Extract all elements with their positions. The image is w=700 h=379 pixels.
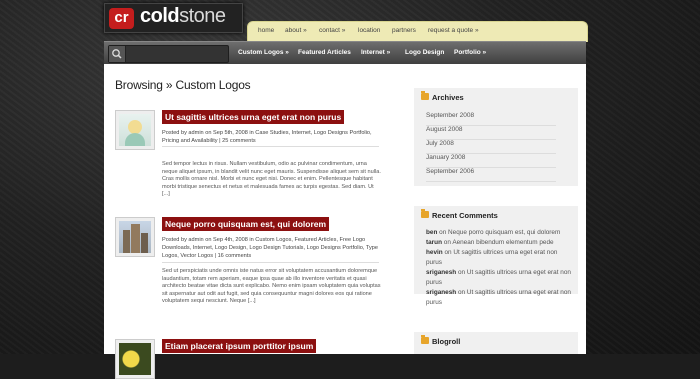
comment-author[interactable]: sriganesh xyxy=(426,289,456,296)
post-title-link[interactable]: Neque porro quisquam est, qui dolorem xyxy=(162,217,330,231)
archives-heading: Archives xyxy=(432,93,464,102)
post-meta: Posted by admin on Sep 5th, 2008 in Case… xyxy=(162,129,379,148)
top-navigation: home about » contact » location partners… xyxy=(247,21,588,42)
content-area: Browsing » Custom Logos Ut sagittis ultr… xyxy=(104,64,586,379)
search-icon xyxy=(112,49,122,59)
comment-on: on xyxy=(444,249,452,256)
menu-featured-articles[interactable]: Featured Articles xyxy=(298,49,351,56)
nav-request-quote[interactable]: request a quote » xyxy=(428,27,479,34)
comment-on: on xyxy=(457,289,466,296)
logo-mark: cr xyxy=(109,8,134,29)
search-input[interactable] xyxy=(108,45,229,63)
thumbnail-image xyxy=(119,114,151,146)
nav-home[interactable]: home xyxy=(258,27,274,34)
recent-comment[interactable]: ben on Neque porro quisquam est, qui dol… xyxy=(426,228,572,308)
comment-post[interactable]: Neque porro quisquam est, qui dolorem xyxy=(448,229,560,236)
menu-internet[interactable]: Internet » xyxy=(361,49,390,56)
folder-icon xyxy=(421,91,429,100)
post-meta: Posted by admin on Sep 4th, 2008 in Cust… xyxy=(162,236,379,263)
menu-portfolio[interactable]: Portfolio » xyxy=(454,49,486,56)
comment-author[interactable]: tarun xyxy=(426,239,442,246)
menu-logo-design[interactable]: Logo Design xyxy=(405,49,444,56)
post-excerpt: Sed tempor lectus in risus. Nullam vesti… xyxy=(162,161,381,197)
archive-link[interactable]: September 2006 xyxy=(426,168,556,182)
comment-on: on xyxy=(443,239,451,246)
nav-partners[interactable]: partners xyxy=(392,27,416,34)
logo-wordmark: coldstone xyxy=(140,5,226,28)
comment-author[interactable]: sriganesh xyxy=(426,269,456,276)
blogroll-widget: Blogroll xyxy=(414,332,578,354)
thumbnail-image xyxy=(119,343,151,375)
post-title-link[interactable]: Ut sagittis ultrices urna eget erat non … xyxy=(162,110,345,124)
archive-link[interactable]: August 2008 xyxy=(426,126,556,140)
post-excerpt: Sed ut perspiciatis unde omnis iste natu… xyxy=(162,268,381,304)
comment-author[interactable]: ben xyxy=(426,229,437,236)
recent-comments-widget: Recent Comments ben on Neque porro quisq… xyxy=(414,206,578,306)
comment-post[interactable]: Aenean bibendum elementum pede xyxy=(452,239,553,246)
comment-on: on xyxy=(439,229,447,236)
nav-about[interactable]: about » xyxy=(285,27,307,34)
search-button[interactable] xyxy=(109,46,126,62)
page-title: Browsing » Custom Logos xyxy=(115,78,251,92)
comment-author[interactable]: hevin xyxy=(426,249,443,256)
thumbnail-image xyxy=(119,221,151,253)
menu-custom-logos[interactable]: Custom Logos » xyxy=(238,49,289,56)
post-title-link[interactable]: Etiam placerat ipsum porttitor ipsum xyxy=(162,339,317,353)
main-navigation: Custom Logos » Featured Articles Interne… xyxy=(104,41,586,65)
site-logo[interactable]: cr coldstone xyxy=(104,3,243,33)
folder-icon xyxy=(421,335,429,344)
post-thumbnail[interactable] xyxy=(115,110,155,150)
logo-word-cold: cold xyxy=(140,5,180,27)
nav-contact[interactable]: contact » xyxy=(319,27,345,34)
archive-link[interactable]: September 2008 xyxy=(426,112,556,126)
folder-icon xyxy=(421,209,429,218)
archive-link[interactable]: July 2008 xyxy=(426,140,556,154)
blogroll-heading: Blogroll xyxy=(432,337,461,346)
archive-link[interactable]: January 2008 xyxy=(426,154,556,168)
comment-on: on xyxy=(457,269,466,276)
logo-word-stone: stone xyxy=(179,5,226,27)
post-thumbnail[interactable] xyxy=(115,339,155,379)
archives-widget: Archives September 2008 August 2008 July… xyxy=(414,88,578,186)
nav-location[interactable]: location xyxy=(358,27,380,34)
post-thumbnail[interactable] xyxy=(115,217,155,257)
recent-comments-heading: Recent Comments xyxy=(432,211,498,220)
